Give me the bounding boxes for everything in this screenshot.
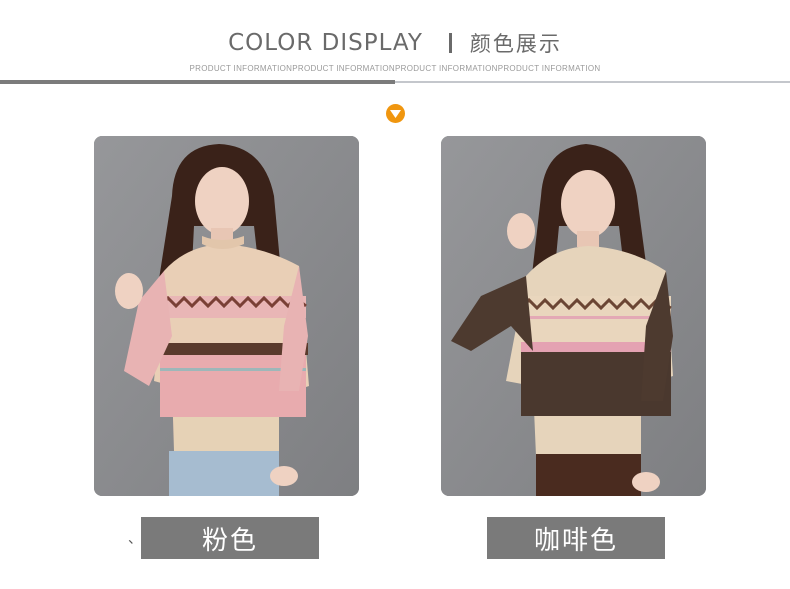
color-label-coffee: 咖啡色 bbox=[487, 517, 665, 559]
title-separator bbox=[448, 33, 452, 53]
product-photo-coffee bbox=[441, 136, 706, 496]
color-label-pink: 粉色 bbox=[141, 517, 319, 559]
section-title: COLOR DISPLAY 颜色展示 bbox=[0, 26, 790, 60]
header-rule-light bbox=[395, 81, 790, 83]
header-rule-dark bbox=[0, 80, 395, 84]
product-photo-pink bbox=[94, 136, 359, 496]
stray-mark: 、 bbox=[128, 530, 142, 546]
title-chinese: 颜色展示 bbox=[469, 32, 562, 56]
chevron-down-icon bbox=[386, 104, 405, 123]
section-subtitle: PRODUCT INFORMATIONPRODUCT INFORMATIONPR… bbox=[189, 64, 601, 73]
title-english: COLOR DISPLAY bbox=[228, 30, 423, 56]
